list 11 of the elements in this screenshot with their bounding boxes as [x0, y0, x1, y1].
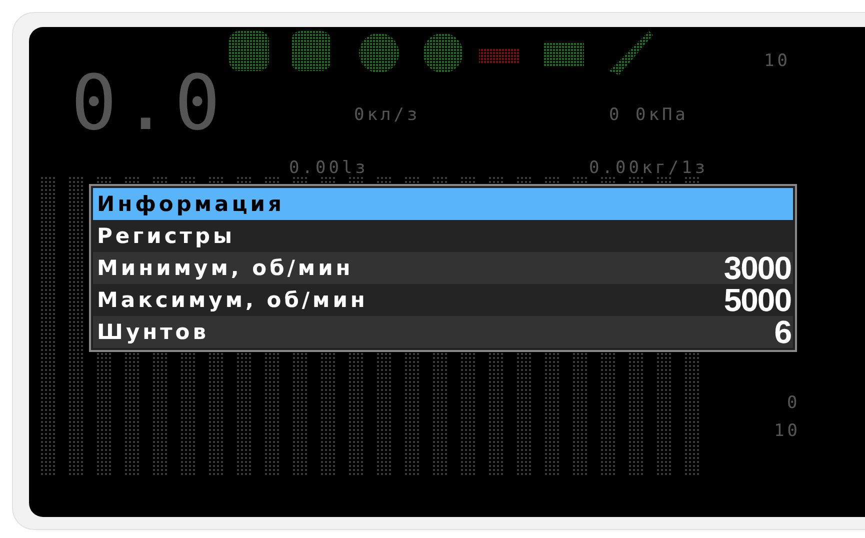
display-readout: 0.00lз	[289, 160, 368, 177]
display-readout: 0.00кг/1з	[589, 160, 708, 177]
display-readout: 0.0	[71, 65, 226, 141]
menu-item[interactable]: Шунтов 6	[93, 316, 793, 348]
display-readout: 0	[787, 395, 800, 412]
display-readout: 10	[764, 53, 790, 70]
menu-item[interactable]: Минимум, об/мин 3000	[93, 252, 793, 284]
menu-item[interactable]: Информация	[93, 188, 793, 220]
display-readout: 0 0кПа	[609, 107, 688, 124]
display-readout: 10	[774, 423, 800, 440]
display-readout: 0кл/з	[354, 107, 420, 124]
